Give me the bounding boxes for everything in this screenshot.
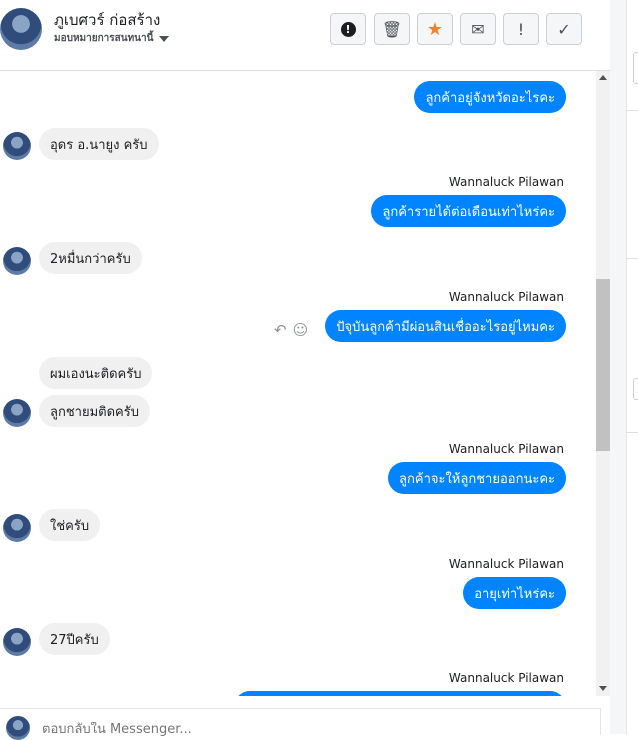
message-actions: ↶ ☺ [274, 321, 308, 339]
divider [626, 432, 638, 433]
trash-icon: 🗑 [381, 19, 403, 39]
assign-conversation-label: มอบหมายการสนทนานี้ [54, 33, 154, 44]
contact-avatar-small [3, 628, 31, 656]
scroll-down-icon[interactable] [599, 686, 607, 691]
incoming-message[interactable]: ลูกชายมติดครับ [39, 395, 150, 427]
details-field[interactable] [633, 52, 638, 84]
done-button[interactable]: ✓ [546, 13, 582, 45]
contact-avatar-small [3, 247, 31, 275]
exclamation-circle-icon: ! [340, 21, 356, 37]
exclamation-icon: ! [517, 19, 525, 39]
divider [626, 110, 638, 111]
incoming-message[interactable]: 27ปีครับ [39, 623, 110, 655]
star-icon: ★ [426, 18, 444, 40]
envelope-icon: ✉ [471, 19, 485, 39]
details-field[interactable] [633, 378, 638, 400]
contact-avatar-small [3, 399, 31, 427]
reply-input[interactable] [42, 722, 442, 737]
message-thread[interactable]: ลูกค้าอยู่จังหวัดอะไรคะ อุดร อ.นายูง ครั… [0, 71, 596, 696]
incoming-message[interactable]: 2หมื่นกว่าครับ [39, 242, 142, 274]
emoji-reaction-icon[interactable]: ☺ [293, 321, 309, 339]
conversation-header: ภูเบศวร์ ก่อสร้าง มอบหมายการสนทนานี้ ! 🗑… [0, 0, 610, 71]
mark-spam-button[interactable]: ! [503, 13, 539, 45]
message-composer [0, 708, 601, 740]
divider [626, 258, 638, 259]
outgoing-message[interactable]: ลูกค้าอยู่จังหวัดอะไรคะ [414, 81, 566, 113]
sender-name: Wannaluck Pilawan [448, 671, 564, 685]
sender-name: Wannaluck Pilawan [448, 175, 564, 189]
delete-button[interactable]: 🗑 [374, 13, 410, 45]
sender-name: Wannaluck Pilawan [448, 442, 564, 456]
contact-avatar[interactable] [0, 8, 42, 50]
outgoing-message[interactable]: ลูกค้าจะให้ลูกชายออกนะคะ [388, 462, 566, 494]
star-button[interactable]: ★ [417, 13, 453, 45]
page-avatar [6, 716, 30, 740]
contact-avatar-small [3, 132, 31, 160]
outgoing-message[interactable]: ปัจุบันลูกค้ามีผ่อนสินเชื่ออะไรอยู่ไหมคะ [325, 310, 566, 342]
scroll-up-icon[interactable] [599, 75, 607, 80]
caret-down-icon [159, 35, 170, 42]
sender-name: Wannaluck Pilawan [448, 290, 564, 304]
outgoing-message[interactable]: ลูกค้ารายได้ต่อเดือนเท่าไหร่คะ [371, 195, 566, 227]
assign-conversation-dropdown[interactable]: มอบหมายการสนทนานี้ [54, 31, 170, 46]
contact-avatar-small [3, 514, 31, 542]
outgoing-message[interactable]: อายุเท่าไหร่คะ [463, 577, 566, 609]
email-button[interactable]: ✉ [460, 13, 496, 45]
report-button[interactable]: ! [330, 13, 366, 45]
check-icon: ✓ [557, 19, 571, 39]
scrollbar-thumb[interactable] [596, 279, 610, 451]
reply-icon[interactable]: ↶ [274, 321, 287, 339]
contact-name[interactable]: ภูเบศวร์ ก่อสร้าง [54, 8, 160, 32]
sender-name: Wannaluck Pilawan [448, 557, 564, 571]
incoming-message[interactable]: ใช่ครับ [39, 509, 101, 541]
incoming-message[interactable]: อุดร อ.นายูง ครับ [39, 128, 159, 160]
outgoing-message[interactable] [234, 691, 566, 696]
incoming-message[interactable]: ผมเองนะติดครับ [39, 357, 153, 389]
